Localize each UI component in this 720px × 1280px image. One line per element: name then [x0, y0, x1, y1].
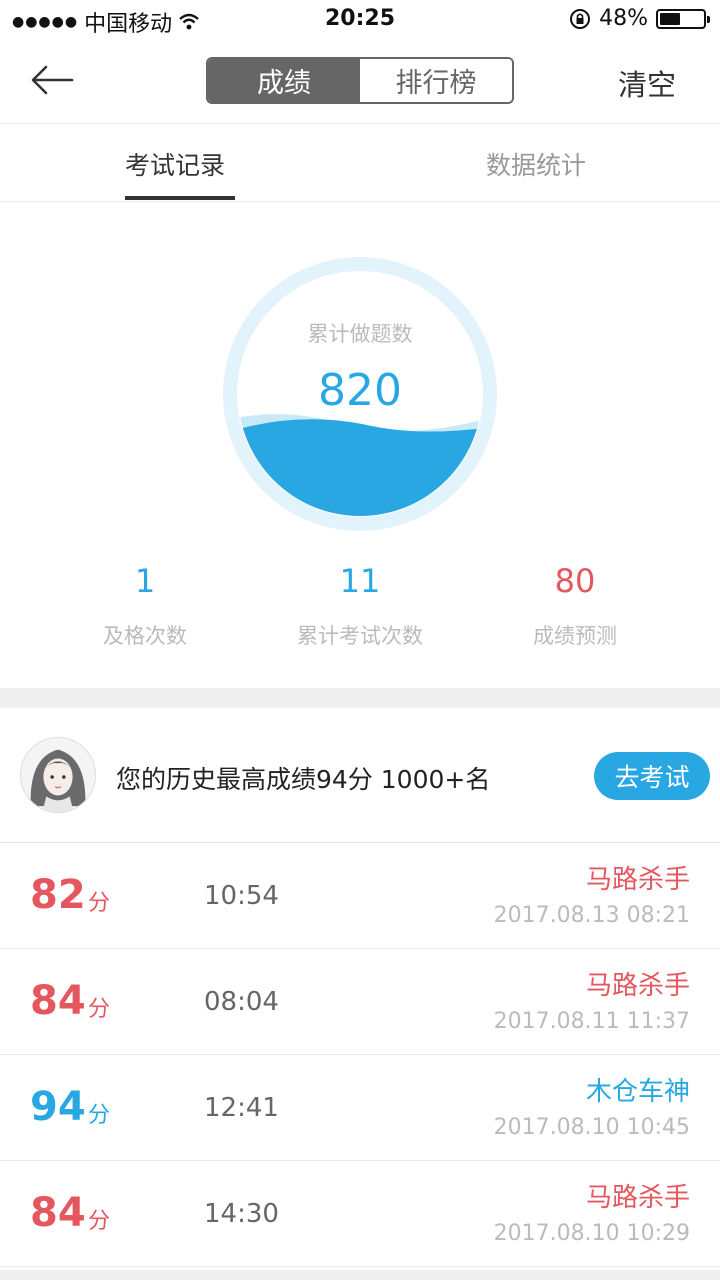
stat-pass-count: 1 及格次数: [25, 562, 265, 650]
tab-data-statistics[interactable]: 数据统计: [486, 146, 586, 182]
record-score: 84: [30, 978, 86, 1024]
segment-scores[interactable]: 成绩: [208, 59, 360, 102]
record-duration: 12:41: [204, 1093, 279, 1123]
nav-bar: 成绩 排行榜 清空: [0, 40, 720, 124]
record-score: 94: [30, 1084, 86, 1130]
battery-icon: [656, 8, 710, 29]
stat-value: 11: [339, 562, 381, 600]
stat-label: 累计考试次数: [297, 624, 423, 648]
stat-total-exams: 11 累计考试次数: [240, 562, 480, 650]
best-score-row: 您的历史最高成绩94分 1000+名 去考试: [0, 708, 720, 843]
segment-ranking[interactable]: 排行榜: [360, 59, 512, 102]
go-exam-button[interactable]: 去考试: [594, 752, 710, 800]
record-title: 马路杀手: [585, 1183, 690, 1213]
record-score-unit: 分: [88, 1209, 111, 1234]
bottom-divider: [0, 1270, 720, 1280]
record-date: 2017.08.10 10:45: [493, 1115, 690, 1140]
record-score: 84: [30, 1190, 86, 1236]
exam-record-list: 82 分 10:54 马路杀手 2017.08.13 08:21 84 分 08…: [0, 843, 720, 1267]
record-date: 2017.08.10 10:29: [493, 1221, 690, 1246]
back-arrow-icon[interactable]: [28, 60, 78, 100]
record-title: 马路杀手: [585, 971, 690, 1001]
record-date: 2017.08.13 08:21: [493, 903, 690, 928]
tab-bar: 考试记录 数据统计: [0, 124, 720, 202]
clear-button[interactable]: 清空: [618, 62, 676, 104]
battery-level: [660, 12, 680, 25]
gauge-value: 820: [318, 365, 402, 416]
stat-score-prediction: 80 成绩预测: [455, 562, 695, 650]
stat-value: 80: [554, 562, 596, 600]
record-score-unit: 分: [88, 997, 111, 1022]
best-score-text: 您的历史最高成绩94分 1000+名: [116, 765, 491, 794]
record-score: 82: [30, 872, 86, 918]
stat-label: 及格次数: [103, 624, 187, 648]
gauge-label: 累计做题数: [307, 322, 413, 346]
tab-active-indicator: [125, 196, 235, 200]
list-item[interactable]: 84 分 08:04 马路杀手 2017.08.11 11:37: [0, 949, 720, 1055]
record-title: 木仓车神: [585, 1077, 690, 1107]
record-duration: 10:54: [204, 881, 279, 911]
status-bar: ●●●●● 中国移动 20:25 48%: [0, 0, 720, 40]
segmented-control: 成绩 排行榜: [206, 57, 514, 104]
list-item[interactable]: 84 分 14:30 马路杀手 2017.08.10 10:29: [0, 1161, 720, 1267]
record-title: 马路杀手: [585, 865, 690, 895]
user-avatar[interactable]: [20, 737, 96, 813]
record-score-unit: 分: [88, 1103, 111, 1128]
tab-exam-records[interactable]: 考试记录: [125, 146, 225, 182]
record-duration: 14:30: [204, 1199, 279, 1229]
record-date: 2017.08.11 11:37: [493, 1009, 690, 1034]
list-item[interactable]: 94 分 12:41 木仓车神 2017.08.10 10:45: [0, 1055, 720, 1161]
record-duration: 08:04: [204, 987, 279, 1017]
record-score-unit: 分: [88, 891, 111, 916]
status-right: 48%: [569, 6, 710, 31]
section-divider: [0, 688, 720, 708]
rotation-lock-icon: [570, 8, 591, 29]
stat-label: 成绩预测: [533, 624, 617, 648]
list-item[interactable]: 82 分 10:54 马路杀手 2017.08.13 08:21: [0, 843, 720, 949]
battery-percent: 48%: [599, 6, 648, 31]
stat-value: 1: [134, 562, 156, 600]
